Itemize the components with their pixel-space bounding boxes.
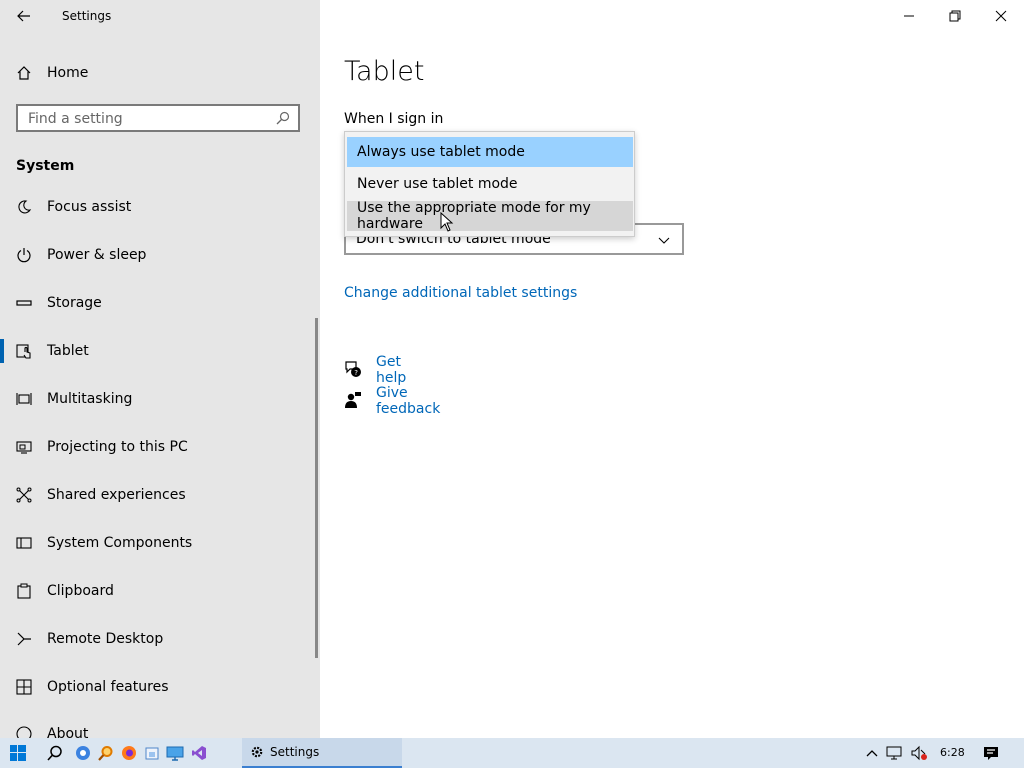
sidebar-item-storage[interactable]: Storage (0, 283, 320, 323)
sidebar-item-system-components[interactable]: System Components (0, 523, 320, 563)
sidebar-item-label: Shared experiences (47, 487, 186, 503)
optional-features-icon (15, 678, 33, 696)
sign-in-label: When I sign in (344, 111, 444, 127)
give-feedback-row[interactable]: Give feedback (344, 385, 440, 417)
shared-experiences-icon (15, 486, 33, 504)
clipboard-icon (15, 582, 33, 600)
svg-text:?: ? (354, 369, 358, 377)
sidebar-item-shared-experiences[interactable]: Shared experiences (0, 475, 320, 515)
get-help-row[interactable]: ? Get help (344, 354, 406, 386)
projecting-icon (15, 438, 33, 456)
sidebar-item-projecting[interactable]: Projecting to this PC (0, 427, 320, 467)
system-components-icon (15, 534, 33, 552)
search-icon (276, 111, 290, 129)
restore-icon (949, 10, 961, 22)
start-windows-icon[interactable] (7, 738, 29, 768)
minimize-icon (904, 15, 914, 17)
moon-icon (15, 198, 33, 216)
remote-desktop-icon (15, 630, 33, 648)
gear-icon (250, 745, 264, 763)
give-feedback-link[interactable]: Give feedback (376, 385, 440, 417)
sidebar-item-label: Storage (47, 295, 102, 311)
taskbar-app-label: Settings (270, 745, 320, 759)
sidebar-item-remote-desktop[interactable]: Remote Desktop (0, 619, 320, 659)
option-always-tablet[interactable]: Always use tablet mode (347, 137, 633, 167)
restore-button[interactable] (932, 0, 978, 32)
taskbar: Settings 6:28 (0, 738, 1024, 768)
visual-studio-icon[interactable] (188, 738, 210, 768)
home-icon (15, 64, 33, 82)
page-title: Tablet (344, 56, 425, 87)
back-button[interactable] (8, 2, 40, 30)
sidebar-scrollbar[interactable] (315, 318, 318, 658)
option-never-tablet[interactable]: Never use tablet mode (347, 169, 633, 199)
sidebar-item-label: Multitasking (47, 391, 133, 407)
notification-icon[interactable] (980, 738, 1002, 768)
sidebar-item-tablet[interactable]: Tablet (0, 331, 320, 371)
search-icon[interactable] (44, 738, 66, 768)
storage-icon (15, 294, 33, 312)
sidebar-item-home[interactable]: Home (0, 53, 320, 93)
sidebar-item-multitasking[interactable]: Multitasking (0, 379, 320, 419)
mouse-cursor-icon (440, 211, 454, 238)
firefox-icon[interactable] (118, 738, 140, 768)
sidebar-item-label: Projecting to this PC (47, 439, 188, 455)
option-appropriate-mode[interactable]: Use the appropriate mode for my hardware (347, 200, 633, 232)
minimize-button[interactable] (886, 0, 932, 32)
sidebar-item-label: About (47, 726, 89, 738)
app-title: Settings (62, 9, 112, 23)
taskbar-app-settings[interactable]: Settings (242, 738, 402, 768)
sidebar-item-label: Home (47, 65, 89, 81)
network-icon[interactable] (884, 738, 906, 768)
sidebar-item-label: Power & sleep (47, 247, 147, 263)
sidebar-item-label: Tablet (47, 343, 89, 359)
section-title: System (16, 158, 75, 174)
sidebar: Settings Home Find a setting System Focu… (0, 0, 320, 738)
sidebar-item-focus-assist[interactable]: Focus assist (0, 187, 320, 227)
chromium-browser-icon[interactable] (72, 738, 94, 768)
sidebar-item-label: System Components (47, 535, 193, 551)
back-arrow-icon (17, 10, 30, 22)
sidebar-item-label: Optional features (47, 679, 169, 695)
sidebar-item-label: Focus assist (47, 199, 132, 215)
sidebar-item-label: Remote Desktop (47, 631, 164, 647)
clock-time[interactable]: 6:28 (940, 746, 965, 759)
chevron-down-icon (658, 233, 670, 249)
sidebar-item-clipboard[interactable]: Clipboard (0, 571, 320, 611)
sidebar-item-about[interactable]: About (0, 715, 320, 738)
tablet-icon (15, 342, 33, 360)
search-tool-icon[interactable] (95, 738, 117, 768)
sidebar-item-label: Clipboard (47, 583, 114, 599)
close-icon (995, 10, 1007, 22)
remote-desktop-icon[interactable] (164, 738, 186, 768)
sidebar-item-optional-features[interactable]: Optional features (0, 667, 320, 707)
multitasking-icon (15, 390, 33, 408)
sign-in-dropdown: Always use tablet mode Never use tablet … (344, 131, 635, 237)
change-additional-tablet-settings-link[interactable]: Change additional tablet settings (344, 285, 577, 301)
info-icon (15, 725, 33, 738)
search-placeholder: Find a setting (28, 111, 123, 127)
file-explorer-icon[interactable] (141, 738, 163, 768)
help-chat-icon: ? (344, 360, 364, 380)
get-help-link[interactable]: Get help (376, 354, 406, 386)
sidebar-item-power-sleep[interactable]: Power & sleep (0, 235, 320, 275)
search-input[interactable]: Find a setting (16, 104, 300, 132)
volume-muted-icon[interactable] (908, 738, 930, 768)
feedback-person-icon (344, 391, 364, 411)
power-icon (15, 246, 33, 264)
close-button[interactable] (978, 0, 1024, 32)
chevron-up-icon[interactable] (861, 738, 883, 768)
